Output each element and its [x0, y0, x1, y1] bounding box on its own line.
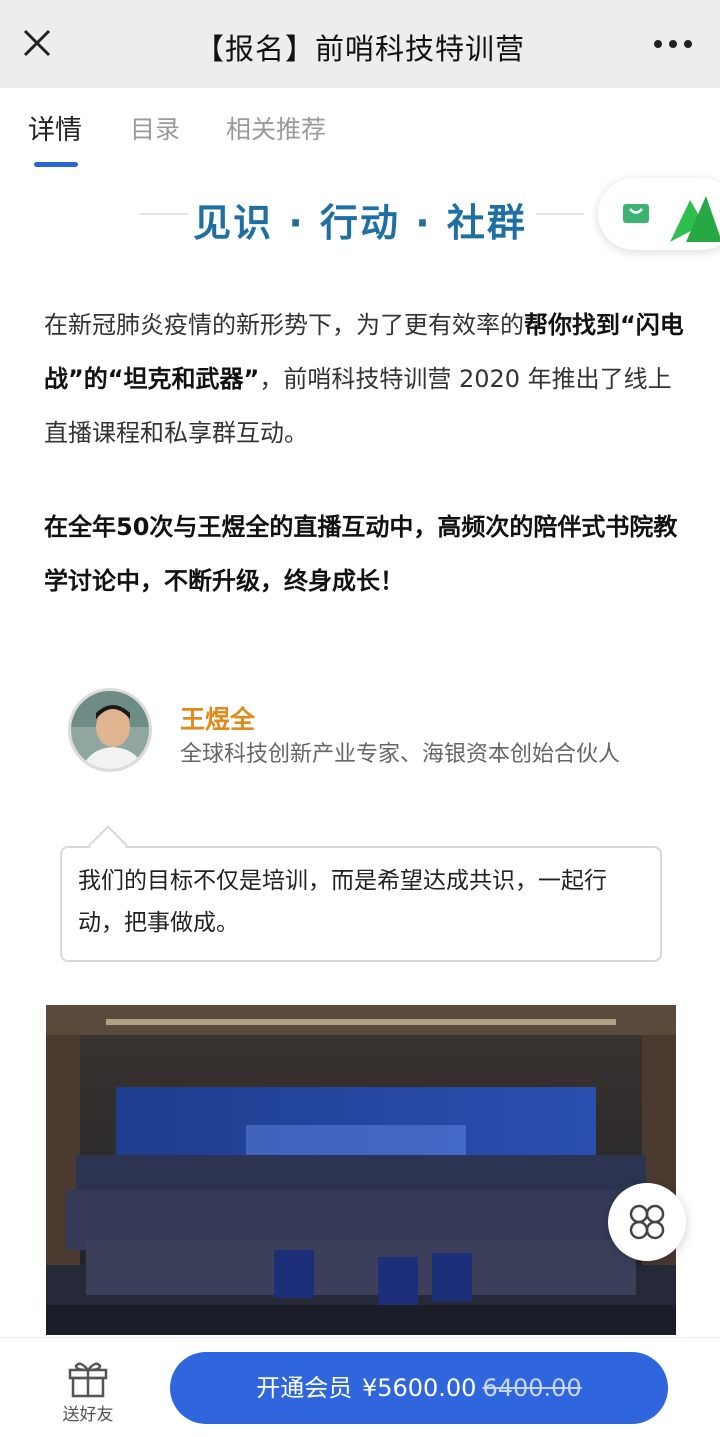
group-photo	[46, 1005, 676, 1335]
tab-related[interactable]: 相关推荐	[226, 110, 326, 146]
shop-bag-icon	[623, 204, 649, 223]
active-tab-indicator	[34, 162, 78, 167]
title-bar: 【报名】前哨科技特训营	[0, 0, 720, 88]
join-label: 开通会员	[256, 1374, 353, 1402]
grid-menu-icon	[629, 1204, 665, 1240]
tab-bar: 详情 目录 相关推荐	[0, 88, 720, 174]
join-member-button[interactable]: 开通会员 ¥5600.00 6400.00	[170, 1352, 668, 1424]
bottom-action-bar: 送好友 开通会员 ¥5600.00 6400.00	[0, 1337, 720, 1437]
intro-text-1: 在新冠肺炎疫情的新形势下，为了更有效率的	[44, 311, 524, 339]
tab-details[interactable]: 详情	[28, 108, 82, 147]
gift-label: 送好友	[62, 1405, 114, 1425]
gift-icon	[68, 1362, 108, 1398]
speaker-name: 王煜全	[180, 705, 256, 734]
tab-catalog[interactable]: 目录	[130, 110, 180, 146]
floating-menu-button[interactable]	[608, 1183, 686, 1261]
intro-paragraph: 在新冠肺炎疫情的新形势下，为了更有效率的帮你找到“闪电战”的“坦克和武器”，前哨…	[44, 298, 684, 460]
more-dots-icon[interactable]	[654, 40, 692, 50]
speaker-description: 全球科技创新产业专家、海银资本创始合伙人	[180, 742, 621, 767]
quote-text: 我们的目标不仅是培训，而是希望达成共识，一起行动，把事做成。	[78, 868, 607, 936]
member-price: ¥5600.00	[361, 1374, 477, 1402]
mountain-logo-icon	[670, 196, 720, 242]
original-price: 6400.00	[482, 1374, 582, 1402]
intro-bold-paragraph: 在全年50次与王煜全的直播互动中，高频次的陪伴式书院教学讨论中，不断升级，终身成…	[44, 513, 678, 595]
gift-friend-button[interactable]: 送好友	[58, 1358, 118, 1434]
floating-shop-widget[interactable]	[598, 178, 720, 250]
page-title: 【报名】前哨科技特训营	[194, 32, 525, 66]
avatar	[68, 688, 152, 772]
